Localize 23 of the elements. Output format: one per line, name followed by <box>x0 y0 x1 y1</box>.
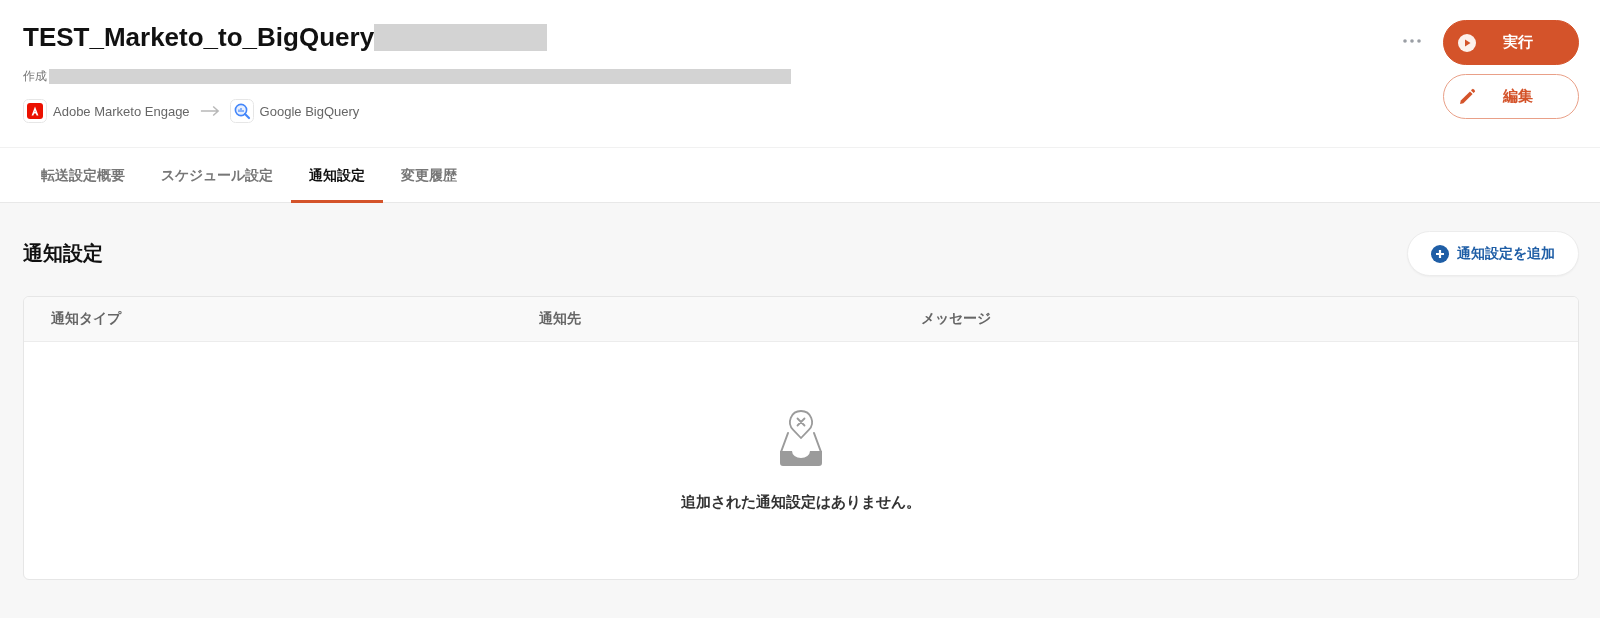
arrow-right-icon <box>199 105 220 117</box>
destination-name: Google BigQuery <box>259 103 360 119</box>
more-icon[interactable] <box>1403 39 1421 43</box>
run-button[interactable]: 実行 <box>1443 20 1579 65</box>
edit-button[interactable]: 編集 <box>1443 74 1579 119</box>
magnifier-logo-icon <box>229 99 254 123</box>
empty-tray-icon <box>777 409 825 467</box>
column-header: 通知先 <box>538 310 582 328</box>
column-header: メッセージ <box>920 310 992 328</box>
created-label: 作成 <box>23 67 47 85</box>
tab[interactable]: 変更履歴 <box>383 148 475 203</box>
play-icon <box>1458 33 1476 52</box>
section-title: 通知設定 <box>23 241 103 266</box>
triangle-logo-icon <box>23 99 47 123</box>
source-name: Adobe Marketo Engage <box>53 103 190 119</box>
empty-message: 追加された通知設定はありません。 <box>681 493 921 512</box>
tab[interactable]: スケジュール設定 <box>143 148 291 203</box>
page-title: TEST_Marketo_to_BigQuery <box>23 21 375 54</box>
add-notification-button[interactable]: 通知設定を追加 <box>1407 231 1579 276</box>
pencil-icon <box>1458 87 1476 106</box>
plus-icon <box>1431 244 1449 263</box>
tab[interactable]: 転送設定概要 <box>23 148 143 203</box>
column-header: 通知タイプ <box>50 310 123 328</box>
